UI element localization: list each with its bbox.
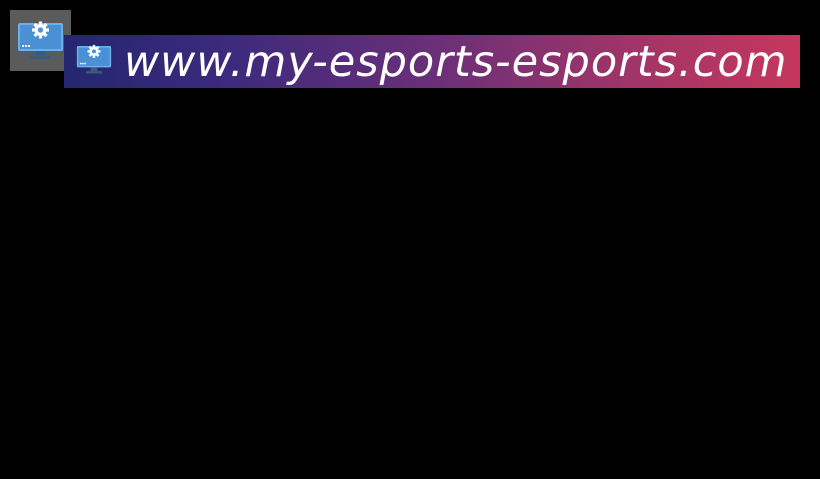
desktop-screen: www.my-esports-esports.com xyxy=(0,0,820,479)
website-banner[interactable]: www.my-esports-esports.com xyxy=(64,35,800,88)
monitor-settings-icon xyxy=(76,44,112,74)
website-url: www.my-esports-esports.com xyxy=(124,37,788,87)
desktop-shortcut[interactable] xyxy=(10,10,71,71)
monitor-settings-icon xyxy=(18,21,63,59)
